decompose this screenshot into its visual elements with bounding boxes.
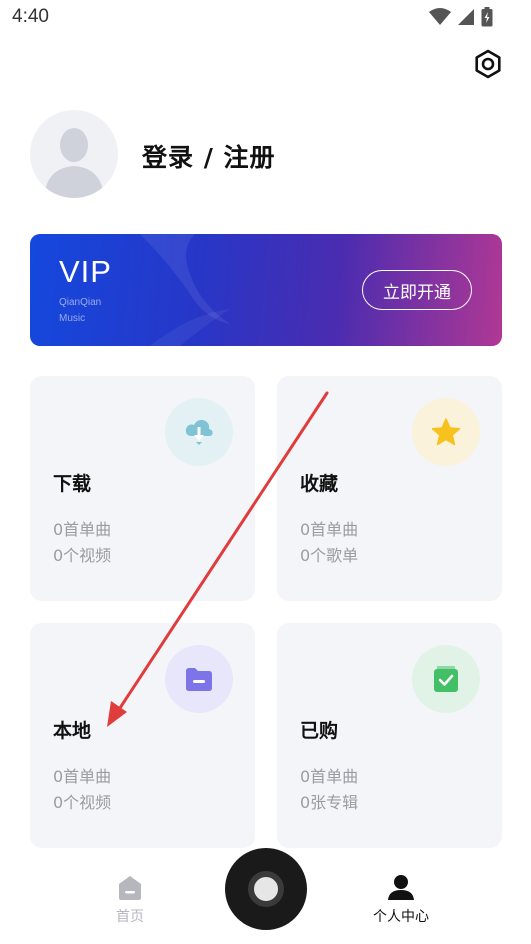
card-favorites[interactable]: 收藏 0首单曲 0个歌单	[277, 376, 502, 601]
cloud-download-icon	[185, 419, 213, 445]
card-purchased-icon-wrap	[412, 645, 480, 713]
card-favorites-icon-wrap	[412, 398, 480, 466]
card-local[interactable]: 本地 0首单曲 0个视频	[30, 623, 255, 848]
login-register-link[interactable]: 登录 / 注册	[142, 138, 276, 174]
vip-brand-line2: Music	[59, 313, 86, 324]
card-local-videos: 0个视频	[53, 793, 112, 812]
default-avatar-icon	[44, 128, 104, 198]
status-time: 4:40	[12, 6, 49, 27]
card-download-title: 下载	[53, 473, 92, 495]
profile-row[interactable]: 登录 / 注册	[30, 110, 470, 198]
vip-banner[interactable]: VIP QianQian Music 立即开通	[30, 234, 502, 346]
disc-center-icon	[248, 871, 284, 907]
card-favorites-title: 收藏	[300, 473, 339, 495]
card-download-videos: 0个视频	[53, 546, 112, 565]
now-playing-disc-button[interactable]	[225, 848, 307, 930]
card-favorites-songs: 0首单曲	[300, 520, 359, 539]
vip-brand-line1: QianQian	[59, 297, 102, 308]
home-icon	[119, 876, 141, 900]
card-purchased[interactable]: 已购 0首单曲 0张专辑	[277, 623, 502, 848]
card-purchased-title: 已购	[300, 720, 339, 742]
nav-profile[interactable]: 个人中心	[351, 874, 451, 926]
signal-icon	[458, 9, 474, 25]
card-favorites-playlists: 0个歌单	[300, 546, 359, 565]
nav-profile-label: 个人中心	[373, 909, 429, 925]
folder-icon	[186, 668, 212, 691]
card-purchased-albums: 0张专辑	[300, 793, 359, 812]
person-icon	[388, 875, 414, 900]
wifi-icon	[429, 8, 451, 25]
settings-icon	[475, 49, 501, 79]
card-download-songs: 0首单曲	[53, 520, 112, 539]
battery-icon	[481, 7, 493, 27]
vip-title: VIP	[59, 254, 112, 289]
card-download-icon-wrap	[165, 398, 233, 466]
card-local-title: 本地	[53, 720, 92, 742]
card-purchased-songs: 0首单曲	[300, 767, 359, 786]
nav-home-label: 首页	[116, 909, 144, 925]
avatar[interactable]	[30, 110, 118, 198]
purchased-icon	[434, 666, 458, 692]
vip-open-button[interactable]: 立即开通	[362, 270, 472, 310]
star-icon	[431, 418, 461, 446]
card-download[interactable]: 下载 0首单曲 0个视频	[30, 376, 255, 601]
nav-home[interactable]: 首页	[80, 874, 180, 926]
settings-button[interactable]	[472, 48, 504, 80]
status-icons	[429, 7, 493, 27]
status-bar: 4:40	[0, 0, 531, 36]
card-local-icon-wrap	[165, 645, 233, 713]
card-local-songs: 0首单曲	[53, 767, 112, 786]
